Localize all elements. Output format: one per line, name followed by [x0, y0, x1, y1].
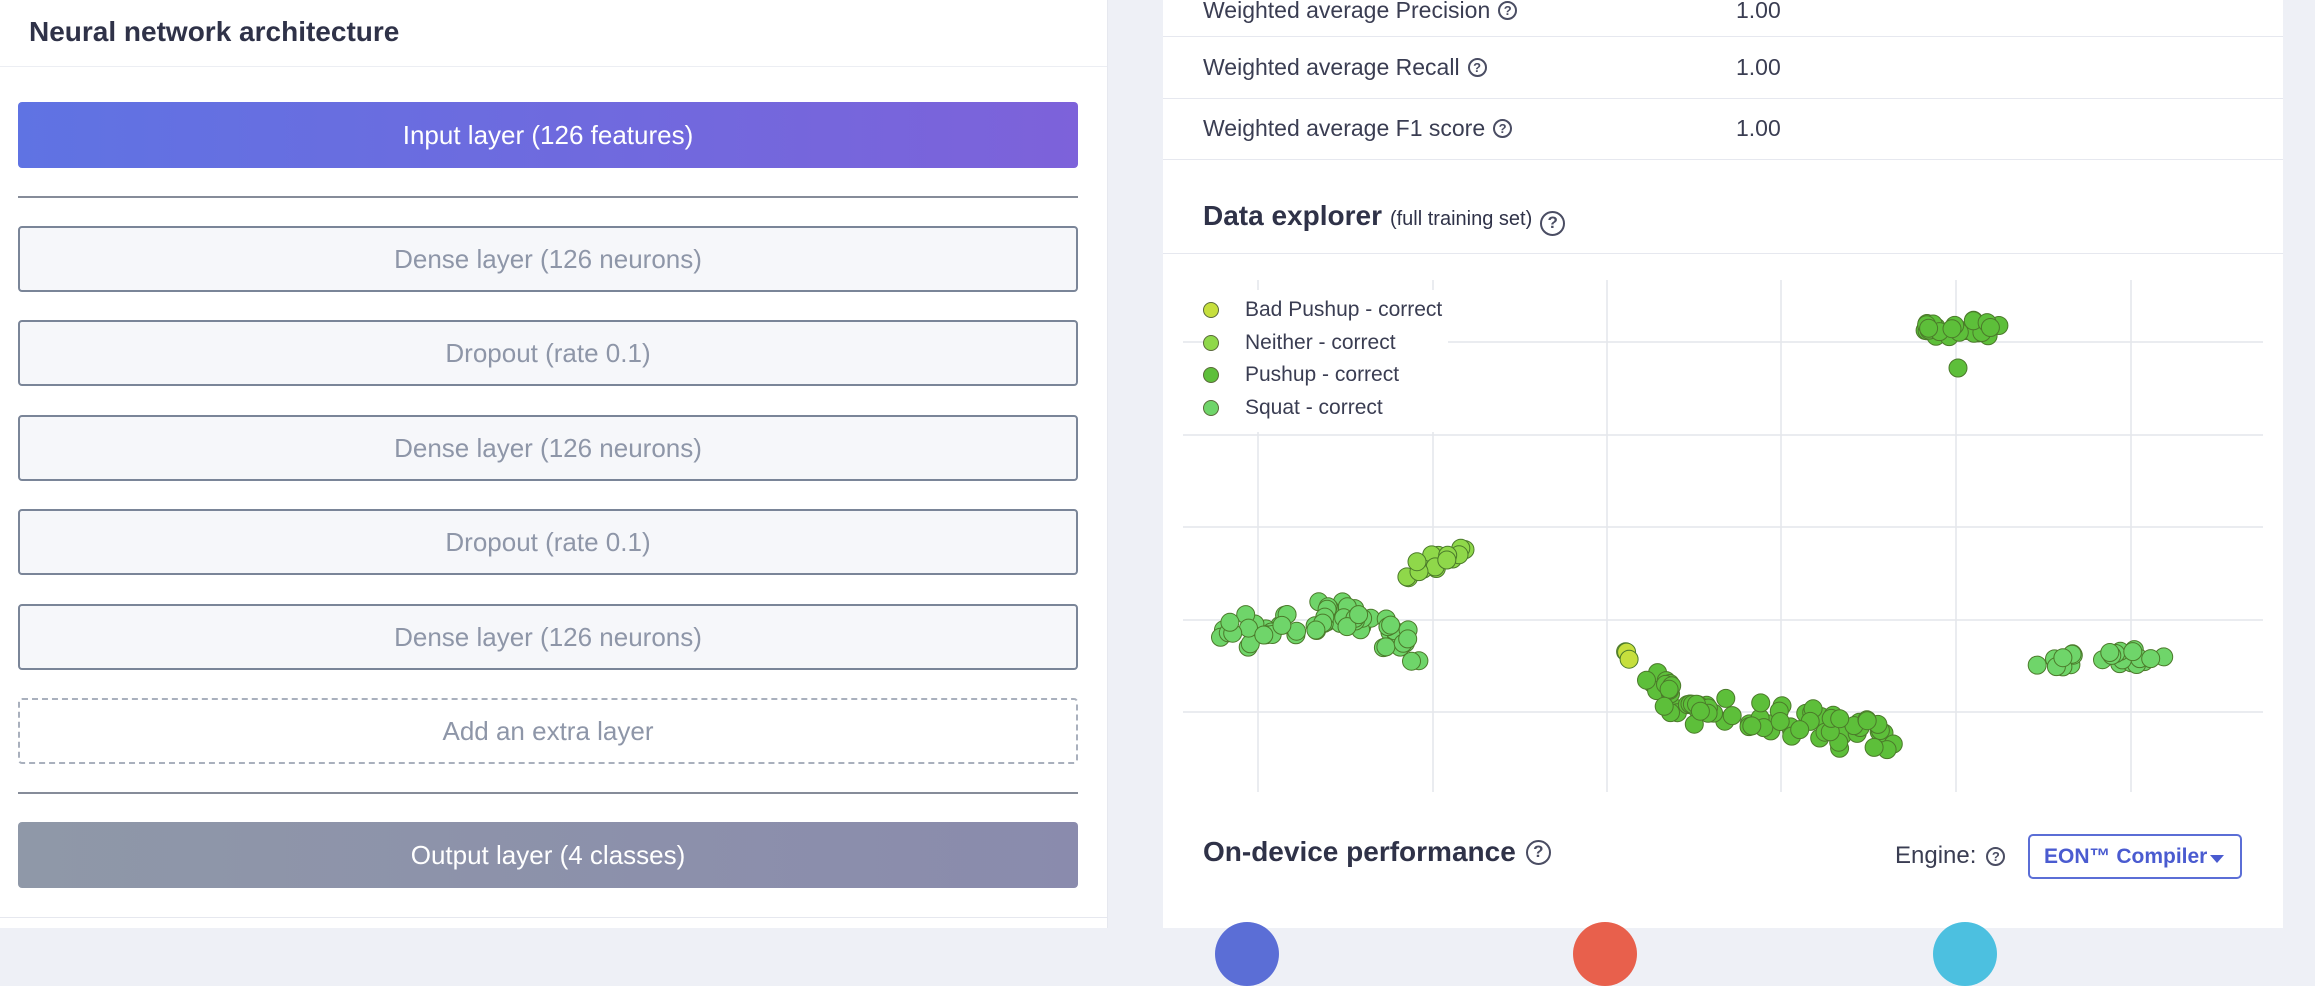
output-layer-button[interactable]: Output layer (4 classes) — [18, 822, 1078, 888]
metric-value: 1.00 — [1736, 0, 1781, 23]
data-point[interactable] — [1857, 711, 1877, 731]
data-point[interactable] — [1919, 318, 1939, 338]
chart-legend: Bad Pushup - correct Neither - correct P… — [1203, 290, 1449, 432]
dropout-layer-1-button[interactable]: Dropout (rate 0.1) — [18, 320, 1078, 386]
data-point[interactable] — [1942, 319, 1962, 339]
help-circle-icon[interactable]: ? — [1498, 1, 1518, 20]
data-point[interactable] — [1722, 706, 1742, 726]
data-point[interactable] — [1980, 318, 2000, 337]
legend-dot — [1203, 367, 1219, 384]
data-point[interactable] — [1637, 670, 1656, 690]
legend-item[interactable]: Neither - correct — [1203, 327, 1442, 360]
data-point[interactable] — [1407, 552, 1427, 572]
divider — [0, 917, 1107, 918]
metric-value: 1.00 — [1736, 115, 1781, 141]
help-circle-icon[interactable]: ? — [1525, 839, 1551, 865]
architecture-header: Neural network architecture — [0, 0, 1107, 67]
data-point[interactable] — [1716, 688, 1736, 708]
data-explorer-title: Data explorer — [1203, 200, 1382, 231]
data-point[interactable] — [1376, 637, 1396, 657]
legend-item[interactable]: Squat - correct — [1203, 392, 1442, 425]
data-point[interactable] — [1437, 550, 1457, 570]
flash-gauge-icon — [1933, 922, 1997, 986]
metric-value: 1.00 — [1736, 54, 1781, 80]
data-point[interactable] — [2141, 649, 2161, 669]
metric-row-recall: Weighted average Recall ? 1.00 — [1163, 37, 2283, 99]
data-point[interactable] — [1306, 620, 1326, 640]
data-point[interactable] — [1742, 716, 1762, 736]
data-point[interactable] — [1751, 693, 1771, 713]
input-layer-button[interactable]: Input layer (126 features) — [18, 102, 1078, 168]
data-point[interactable] — [1654, 696, 1674, 716]
metric-label: Weighted average Recall — [1203, 54, 1460, 80]
caret-down-icon — [2210, 855, 2224, 863]
add-layer-button[interactable]: Add an extra layer — [18, 698, 1078, 764]
ram-gauge-icon — [1573, 922, 1637, 986]
results-panel: Weighted average Precision ? 1.00 Weight… — [1163, 0, 2283, 986]
dense-layer-2-button[interactable]: Dense layer (126 neurons) — [18, 415, 1078, 481]
data-explorer-subtitle: (full training set) — [1389, 208, 1533, 230]
divider — [18, 792, 1078, 794]
data-explorer-header: Data explorer (full training set) ? — [1163, 160, 2283, 254]
data-point[interactable] — [1398, 629, 1418, 649]
architecture-panel: Neural network architecture Input layer … — [0, 0, 1108, 928]
data-point[interactable] — [1402, 651, 1421, 671]
data-point[interactable] — [1272, 615, 1292, 635]
engine-select[interactable]: EON™ Compiler — [2028, 834, 2242, 879]
data-point[interactable] — [2100, 643, 2120, 662]
data-point[interactable] — [2027, 655, 2047, 675]
metric-row-precision: Weighted average Precision ? 1.00 — [1163, 0, 2283, 37]
data-point[interactable] — [1690, 701, 1710, 721]
legend-label: Pushup - correct — [1245, 363, 1400, 387]
data-point[interactable] — [1254, 625, 1274, 645]
engine-label: Engine: — [1895, 842, 1977, 869]
help-circle-icon[interactable]: ? — [1493, 119, 1513, 138]
legend-dot — [1203, 302, 1219, 319]
data-point[interactable] — [1770, 712, 1790, 731]
data-point[interactable] — [1659, 679, 1679, 699]
help-circle-icon[interactable]: ? — [1467, 58, 1487, 77]
data-point[interactable] — [1619, 649, 1639, 669]
metric-label: Weighted average F1 score — [1203, 115, 1486, 141]
legend-item[interactable]: Pushup - correct — [1203, 359, 1442, 392]
dense-layer-3-button[interactable]: Dense layer (126 neurons) — [18, 604, 1078, 670]
data-point[interactable] — [1381, 615, 1401, 635]
data-point[interactable] — [2053, 648, 2073, 668]
legend-label: Bad Pushup - correct — [1245, 298, 1443, 322]
data-point[interactable] — [1349, 605, 1369, 625]
data-point[interactable] — [1948, 358, 1968, 378]
divider — [18, 196, 1078, 198]
data-point[interactable] — [1830, 709, 1850, 729]
data-point[interactable] — [1790, 720, 1810, 740]
legend-label: Squat - correct — [1245, 395, 1383, 419]
data-point[interactable] — [1864, 737, 1884, 757]
dropout-layer-2-button[interactable]: Dropout (rate 0.1) — [18, 509, 1078, 575]
help-circle-icon[interactable]: ? — [1540, 210, 1566, 236]
metric-row-f1: Weighted average F1 score ? 1.00 — [1163, 98, 2283, 160]
metric-label: Weighted average Precision — [1203, 0, 1491, 23]
legend-dot — [1203, 399, 1219, 416]
on-device-performance-title: On-device performance — [1203, 836, 1516, 867]
legend-item[interactable]: Bad Pushup - correct — [1203, 294, 1442, 327]
data-point[interactable] — [1220, 612, 1240, 632]
dense-layer-1-button[interactable]: Dense layer (126 neurons) — [18, 226, 1078, 292]
help-circle-icon[interactable]: ? — [1986, 846, 2006, 866]
legend-label: Neither - correct — [1245, 330, 1396, 354]
latency-gauge-icon — [1215, 922, 1279, 986]
data-point[interactable] — [2123, 642, 2143, 662]
architecture-title: Neural network architecture — [29, 16, 400, 47]
legend-dot — [1203, 334, 1219, 351]
engine-select-value: EON™ Compiler — [2044, 844, 2208, 868]
